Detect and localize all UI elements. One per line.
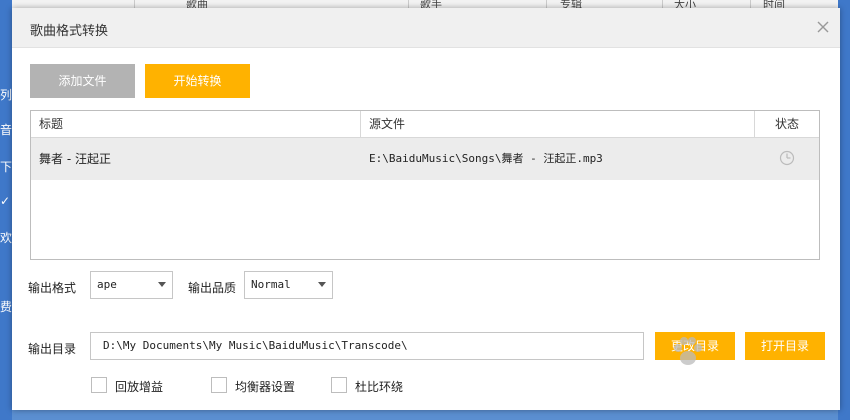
output-format-label: 输出格式 [28, 281, 77, 295]
equalizer-label: 均衡器设置 [235, 380, 296, 394]
sidebar-fragment: ✓ [0, 194, 11, 208]
output-dir-input[interactable]: D:\My Documents\My Music\BaiduMusic\Tran… [90, 332, 644, 360]
output-dir-value: D:\My Documents\My Music\BaiduMusic\Tran… [103, 339, 408, 352]
output-format-select[interactable]: ape [90, 271, 173, 299]
format-convert-dialog: 歌曲格式转换 添加文件 开始转换 标题 源文件 状态 舞者 - 汪起正 E:\B… [12, 8, 840, 410]
output-quality-label: 输出品质 [188, 281, 237, 295]
baidu-jingyan-watermark [664, 334, 834, 384]
checkbox-box[interactable] [91, 377, 107, 393]
dialog-titlebar: 歌曲格式转换 [12, 8, 840, 48]
background-sidebar: 列 音 下 ✓ 欢 费 [0, 0, 12, 420]
table-row[interactable]: 舞者 - 汪起正 E:\BaiduMusic\Songs\舞者 - 汪起正.mp… [31, 138, 819, 180]
output-format-value: ape [97, 278, 117, 291]
header-status[interactable]: 状态 [755, 111, 819, 137]
dropdown-caret-icon [318, 282, 326, 287]
checkbox-box[interactable] [211, 377, 227, 393]
row-title: 舞者 - 汪起正 [39, 152, 111, 166]
clock-icon [779, 150, 795, 166]
sidebar-fragment: 下 [0, 160, 12, 174]
file-table: 标题 源文件 状态 舞者 - 汪起正 E:\BaiduMusic\Songs\舞… [30, 110, 820, 260]
paw-logo-icon [674, 337, 702, 365]
sidebar-fragment: 音 [0, 123, 12, 137]
start-convert-button[interactable]: 开始转换 [145, 64, 250, 98]
output-quality-value: Normal [251, 278, 291, 291]
dolby-label: 杜比环绕 [355, 380, 404, 394]
dialog-title: 歌曲格式转换 [30, 24, 109, 39]
sidebar-fragment: 欢 [0, 231, 12, 245]
dropdown-caret-icon [158, 282, 166, 287]
sidebar-fragment: 列 [0, 88, 12, 102]
header-title[interactable]: 标题 [31, 111, 361, 137]
replay-gain-label: 回放增益 [115, 380, 164, 394]
close-icon[interactable] [812, 16, 834, 38]
table-header: 标题 源文件 状态 [31, 111, 819, 138]
header-source[interactable]: 源文件 [361, 111, 755, 137]
checkbox-box[interactable] [331, 377, 347, 393]
row-source: E:\BaiduMusic\Songs\舞者 - 汪起正.mp3 [369, 152, 603, 165]
sidebar-fragment: 费 [0, 300, 12, 314]
output-dir-label: 输出目录 [28, 342, 77, 356]
add-file-button[interactable]: 添加文件 [30, 64, 135, 98]
output-quality-select[interactable]: Normal [244, 271, 333, 299]
